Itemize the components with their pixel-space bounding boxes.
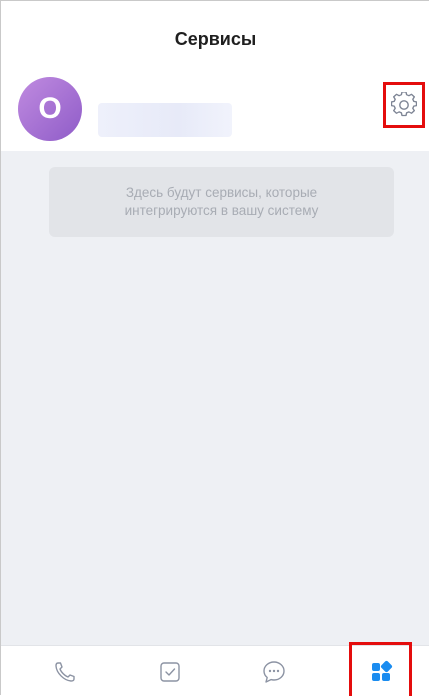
page-title: Сервисы [174, 29, 257, 49]
tab-calls[interactable] [35, 646, 95, 697]
settings-button[interactable] [383, 82, 425, 128]
tasks-icon [160, 661, 180, 682]
tab-chats[interactable] [244, 646, 304, 697]
avatar-initial: O [38, 92, 62, 125]
header: Сервисы O [1, 1, 429, 151]
chat-icon [263, 660, 285, 683]
app-screen: Сервисы O Здесь будут сервисы, которые и… [0, 0, 429, 697]
avatar[interactable]: O [18, 77, 82, 141]
phone-icon [55, 661, 75, 682]
tab-tasks[interactable] [140, 646, 200, 697]
gear-icon [391, 92, 417, 117]
bottom-tab-bar [1, 645, 429, 697]
services-content: Здесь будут сервисы, которые интегрируют… [1, 151, 429, 645]
empty-state-text: Здесь будут сервисы, которые интегрируют… [124, 185, 319, 218]
tab-services[interactable] [351, 646, 411, 697]
empty-state-card: Здесь будут сервисы, которые интегрируют… [49, 167, 394, 237]
services-icon [372, 660, 393, 681]
user-name-redacted [98, 103, 232, 137]
